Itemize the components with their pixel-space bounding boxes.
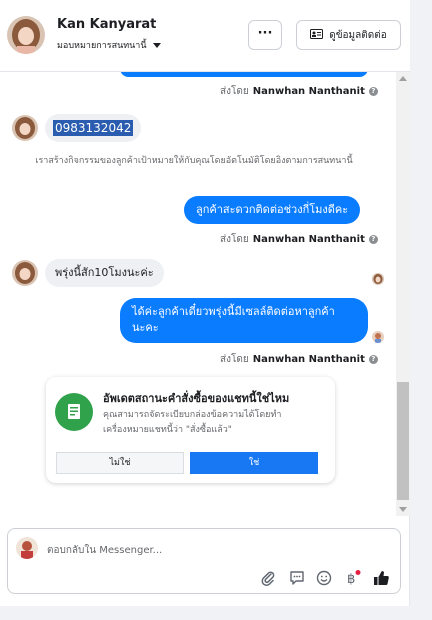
like-icon[interactable] [372,569,390,587]
saved-reply-icon[interactable] [288,569,306,587]
customer-avatar[interactable] [7,16,45,54]
reply-composer[interactable]: ตอบกลับใน Messenger... ฿ [7,528,401,594]
message-bubble-incoming: พรุ่งนี้สัก10โมงนะค่ะ [45,259,164,287]
more-options-icon: ··· [257,26,273,41]
conversation-header: Kan Kanyarat มอบหมายการสนทนานี้ ··· ดูข้… [0,0,410,72]
order-card-description: คุณสามารถจัดระเบียบกล่องข้อความได้โดยทำ … [103,410,282,435]
phone-number[interactable]: 0983132042 [53,120,134,136]
chevron-down-icon [152,42,161,48]
sent-by-label: ส่งโดย Nanwhan Nanthanit? [220,84,378,99]
message-thread[interactable]: ส่งโดย Nanwhan Nanthanit? 0983132042 เราส… [0,72,396,516]
customer-avatar-small [12,260,38,286]
view-contact-button[interactable]: ดูข้อมูลติดต่อ [296,20,401,50]
conversation-panel: Kan Kanyarat มอบหมายการสนทนานี้ ··· ดูข้… [0,0,410,606]
yes-button[interactable]: ใช่ [190,452,318,474]
scroll-down-arrow-icon[interactable] [399,507,407,512]
order-status-card: อัพเดตสถานะคำสั่งซื้อของแชทนี้ใช่ไหม คุณ… [46,377,335,483]
message-scrollbar[interactable] [396,72,410,516]
customer-name[interactable]: Kan Kanyarat [57,17,156,32]
scroll-up-arrow-icon[interactable] [399,76,407,81]
no-button[interactable]: ไม่ใช่ [56,452,184,474]
attachment-icon[interactable] [259,569,277,587]
agent-avatar [16,537,38,559]
order-card-title: อัพเดตสถานะคำสั่งซื้อของแชทนี้ใช่ไหม [103,392,290,405]
scroll-thumb[interactable] [397,382,409,500]
message-bubble-outgoing: ได้ค่ะลูกค้าเดี๋ยวพรุ่งนี้มีเซลล์ติดต่อห… [120,298,368,343]
currency-baht-icon[interactable]: ฿ [343,569,361,587]
message-bubble-incoming-phone: 0983132042 [45,114,142,142]
info-icon[interactable]: ? [368,87,378,96]
seen-by-avatar [372,331,384,343]
more-options-button[interactable]: ··· [248,20,282,50]
view-contact-label: ดูข้อมูลติดต่อ [329,29,387,41]
customer-avatar-small [12,115,38,141]
reply-input[interactable]: ตอบกลับใน Messenger... [47,543,162,558]
emoji-icon[interactable] [315,569,333,587]
sent-by-label: ส่งโดย Nanwhan Nanthanit? [220,232,378,247]
contact-card-icon [310,28,324,42]
order-icon [55,393,93,431]
info-icon[interactable]: ? [368,235,378,244]
system-note: เราสร้างกิจกรรมของลูกค้าเป้าหมายให้กับคุ… [35,156,353,166]
assign-label: มอบหมายการสนทนานี้ [57,41,147,51]
assign-conversation-dropdown[interactable]: มอบหมายการสนทนานี้ [57,38,161,52]
message-bubble-outgoing: ลูกค้าสะดวกติดต่อช่วงกี่โมงดีคะ [184,196,361,224]
read-receipt-avatar [372,273,384,285]
message-bubble-outgoing-partial [120,72,368,77]
sent-by-label: ส่งโดย Nanwhan Nanthanit? [220,352,378,367]
info-icon[interactable]: ? [368,355,378,364]
svg-text:฿: ฿ [347,572,355,587]
